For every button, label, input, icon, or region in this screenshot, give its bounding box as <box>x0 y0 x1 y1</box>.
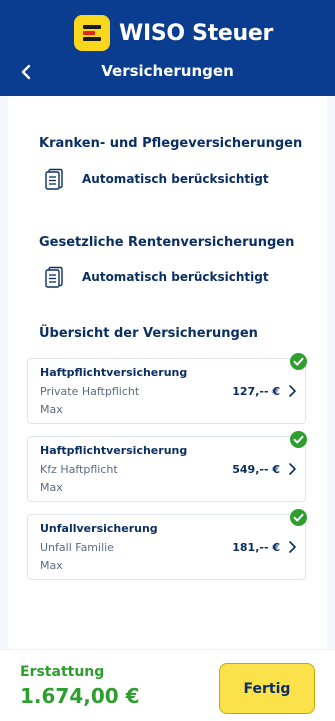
chevron-right-icon <box>289 541 296 553</box>
app-logo: WISO Steuer <box>74 15 273 51</box>
auto-status-text: Automatisch berücksichtigt <box>82 270 269 284</box>
card-title: Haftpflichtversicherung <box>40 366 188 379</box>
card-subtitle: Kfz Haftpflicht <box>40 463 118 476</box>
refund-value: 1.674,00 € <box>20 684 140 708</box>
overview-title: Übersicht der Versicherungen <box>39 326 258 341</box>
auto-status-row-health: Automatisch berücksichtigt <box>43 167 269 191</box>
card-subtitle: Private Haftpflicht <box>40 385 140 398</box>
page-title: Versicherungen <box>101 62 234 80</box>
section-title-pension: Gesetzliche Rentenversicherungen <box>39 235 295 250</box>
footer-bar: Erstattung 1.674,00 € Fertig <box>0 649 335 721</box>
insurance-card-private-liability[interactable]: Haftpflichtversicherung Private Haftpfli… <box>27 353 307 424</box>
logo-text: WISO Steuer <box>119 20 274 46</box>
card-title: Haftpflichtversicherung <box>40 444 188 457</box>
done-button[interactable]: Fertig <box>219 663 315 714</box>
refund-label: Erstattung <box>20 664 105 680</box>
insurance-card-accident[interactable]: Unfallversicherung Unfall Familie Max 18… <box>27 509 307 580</box>
card-person: Max <box>40 559 63 572</box>
card-title: Unfallversicherung <box>40 522 158 535</box>
check-circle-icon <box>290 353 307 370</box>
document-icon <box>45 266 63 288</box>
card-amount: 549,-- € <box>232 463 280 476</box>
card-amount: 127,-- € <box>232 385 280 398</box>
section-title-health: Kranken- und Pflegeversicherungen <box>39 136 303 151</box>
card-person: Max <box>40 403 63 416</box>
card-subtitle: Unfall Familie <box>40 541 114 554</box>
check-circle-icon <box>290 431 307 448</box>
auto-status-text: Automatisch berücksichtigt <box>82 172 269 186</box>
chevron-right-icon <box>289 385 296 397</box>
document-icon <box>45 168 63 190</box>
wiso-logo-icon <box>74 15 110 51</box>
app-header: WISO Steuer Versicherungen <box>0 0 335 96</box>
insurance-card-car-liability[interactable]: Haftpflichtversicherung Kfz Haftpflicht … <box>27 431 307 502</box>
auto-status-row-pension: Automatisch berücksichtigt <box>43 265 269 289</box>
check-circle-icon <box>290 509 307 526</box>
card-person: Max <box>40 481 63 494</box>
chevron-right-icon <box>289 463 296 475</box>
card-amount: 181,-- € <box>232 541 280 554</box>
